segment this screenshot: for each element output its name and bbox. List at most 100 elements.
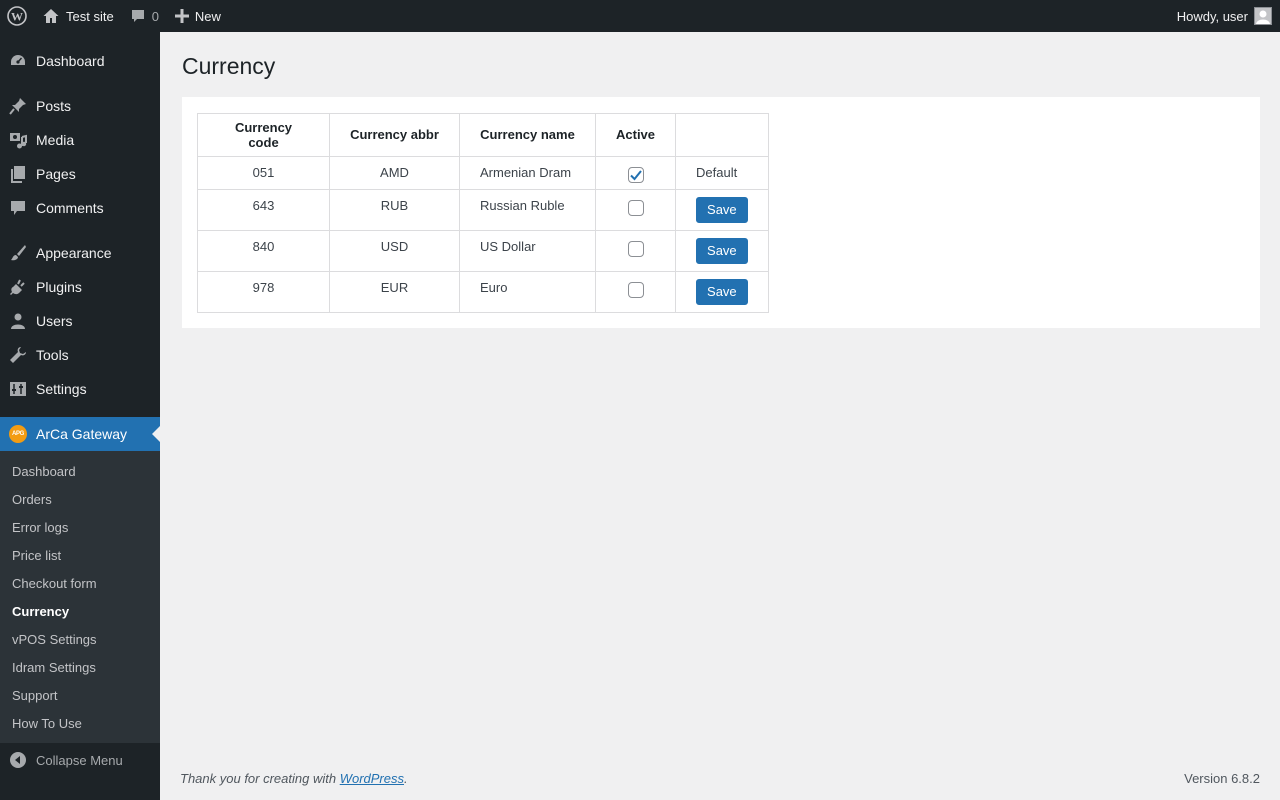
dashboard-icon [8,51,28,71]
admin-bar: W Test site 0 New Howdy, user [0,0,1280,32]
currency-name: US Dollar [459,229,596,272]
header-currency-abbr: Currency abbr [329,112,460,157]
comments-link[interactable]: 0 [122,0,167,32]
site-name: Test site [66,8,114,24]
submenu-item-error-logs[interactable]: Error logs [0,513,160,541]
save-button[interactable]: Save [696,196,748,223]
sidebar-item-label: Dashboard [36,53,105,69]
submenu-item-dashboard[interactable]: Dashboard [0,457,160,485]
wrench-icon [8,345,28,365]
menu-separator [0,78,160,89]
submenu-item-currency[interactable]: Currency [0,597,160,625]
user-icon [8,311,28,331]
submenu-item-orders[interactable]: Orders [0,485,160,513]
action-cell: Save [675,229,769,272]
header-currency-code: Currency code [197,112,330,157]
table-row: 051 AMD Armenian Dram Default [197,155,769,190]
sidebar-item-settings[interactable]: Settings [0,372,160,406]
page-title: Currency [182,53,276,79]
wordpress-logo-icon[interactable]: W [0,0,34,32]
main-content: Currency Currency code Currency abbr Cur… [160,32,1280,800]
submenu-item-vpos-settings[interactable]: vPOS Settings [0,625,160,653]
currency-panel: Currency code Currency abbr Currency nam… [182,96,1260,328]
sidebar-item-comments[interactable]: Comments [0,191,160,225]
menu-separator [0,406,160,417]
currency-abbr: AMD [329,155,460,190]
admin-sidebar: Dashboard Posts Media Pages Comments App… [0,32,160,800]
table-row: 643 RUB Russian Ruble Save [197,188,769,231]
submenu-item-how-to-use[interactable]: How To Use [0,709,160,737]
sidebar-item-dashboard[interactable]: Dashboard [0,44,160,78]
checkmark-icon [629,170,642,181]
sidebar-item-pages[interactable]: Pages [0,157,160,191]
sidebar-item-label: Media [36,132,75,148]
active-cell [594,229,677,272]
currency-abbr: RUB [329,188,460,231]
pin-icon [8,96,28,116]
sidebar-item-users[interactable]: Users [0,304,160,338]
comments-count: 0 [151,8,159,24]
sidebar-item-appearance[interactable]: Appearance [0,236,160,270]
new-label: New [194,8,221,24]
footer-thanks: Thank you for creating with WordPress. [180,771,408,786]
action-cell: Default [675,155,769,190]
sidebar-item-posts[interactable]: Posts [0,89,160,123]
sidebar-item-label: Plugins [36,279,82,295]
currency-code: 643 [197,188,330,231]
howdy-text: Howdy, user [1176,8,1248,24]
new-content-link[interactable]: New [167,0,229,32]
active-checkbox[interactable] [627,281,644,298]
collapse-menu-label: Collapse Menu [36,752,123,768]
sidebar-item-label: Posts [36,98,72,114]
footer-suffix: . [404,771,408,786]
currency-code: 978 [197,270,330,313]
sidebar-item-label: Appearance [36,245,112,261]
collapse-arrow-icon [8,750,28,770]
active-checkbox[interactable] [627,199,644,216]
comment-icon [130,8,146,24]
footer-version: Version 6.8.2 [1184,771,1260,786]
pages-icon [8,164,28,184]
default-label: Default [696,164,738,180]
currency-code: 051 [197,155,330,190]
sidebar-item-tools[interactable]: Tools [0,338,160,372]
sidebar-item-plugins[interactable]: Plugins [0,270,160,304]
collapse-menu-button[interactable]: Collapse Menu [0,743,160,777]
currency-name: Russian Ruble [459,188,596,231]
home-icon [42,7,60,25]
sidebar-item-arca-gateway[interactable]: APG ArCa Gateway [0,417,160,451]
active-checkbox[interactable] [627,166,644,183]
sidebar-item-label: Comments [36,200,104,216]
sidebar-item-label: ArCa Gateway [36,426,128,442]
sidebar-item-media[interactable]: Media [0,123,160,157]
active-checkbox[interactable] [627,240,644,257]
action-cell: Save [675,270,769,313]
brush-icon [8,243,28,263]
avatar [1254,7,1272,25]
plugin-icon [8,277,28,297]
currency-abbr: EUR [329,270,460,313]
save-button[interactable]: Save [696,278,748,305]
table-row: 840 USD US Dollar Save [197,229,769,272]
user-account-link[interactable]: Howdy, user [1169,0,1280,32]
comment-icon [8,198,28,218]
wordpress-link[interactable]: WordPress [340,771,404,786]
currency-name: Euro [459,270,596,313]
submenu-item-support[interactable]: Support [0,681,160,709]
save-button[interactable]: Save [696,237,748,264]
submenu-item-idram-settings[interactable]: Idram Settings [0,653,160,681]
submenu-item-checkout-form[interactable]: Checkout form [0,569,160,597]
table-header-row: Currency code Currency abbr Currency nam… [197,112,769,157]
currency-abbr: USD [329,229,460,272]
menu-separator [0,225,160,236]
svg-text:W: W [11,10,23,24]
header-active: Active [594,112,677,157]
site-name-link[interactable]: Test site [34,0,122,32]
submenu-item-price-list[interactable]: Price list [0,541,160,569]
sidebar-item-label: Tools [36,347,69,363]
sidebar-item-label: Pages [36,166,76,182]
active-cell [594,188,677,231]
admin-footer: Thank you for creating with WordPress. V… [180,771,1260,786]
active-cell [594,270,677,313]
sidebar-item-label: Users [36,313,73,329]
